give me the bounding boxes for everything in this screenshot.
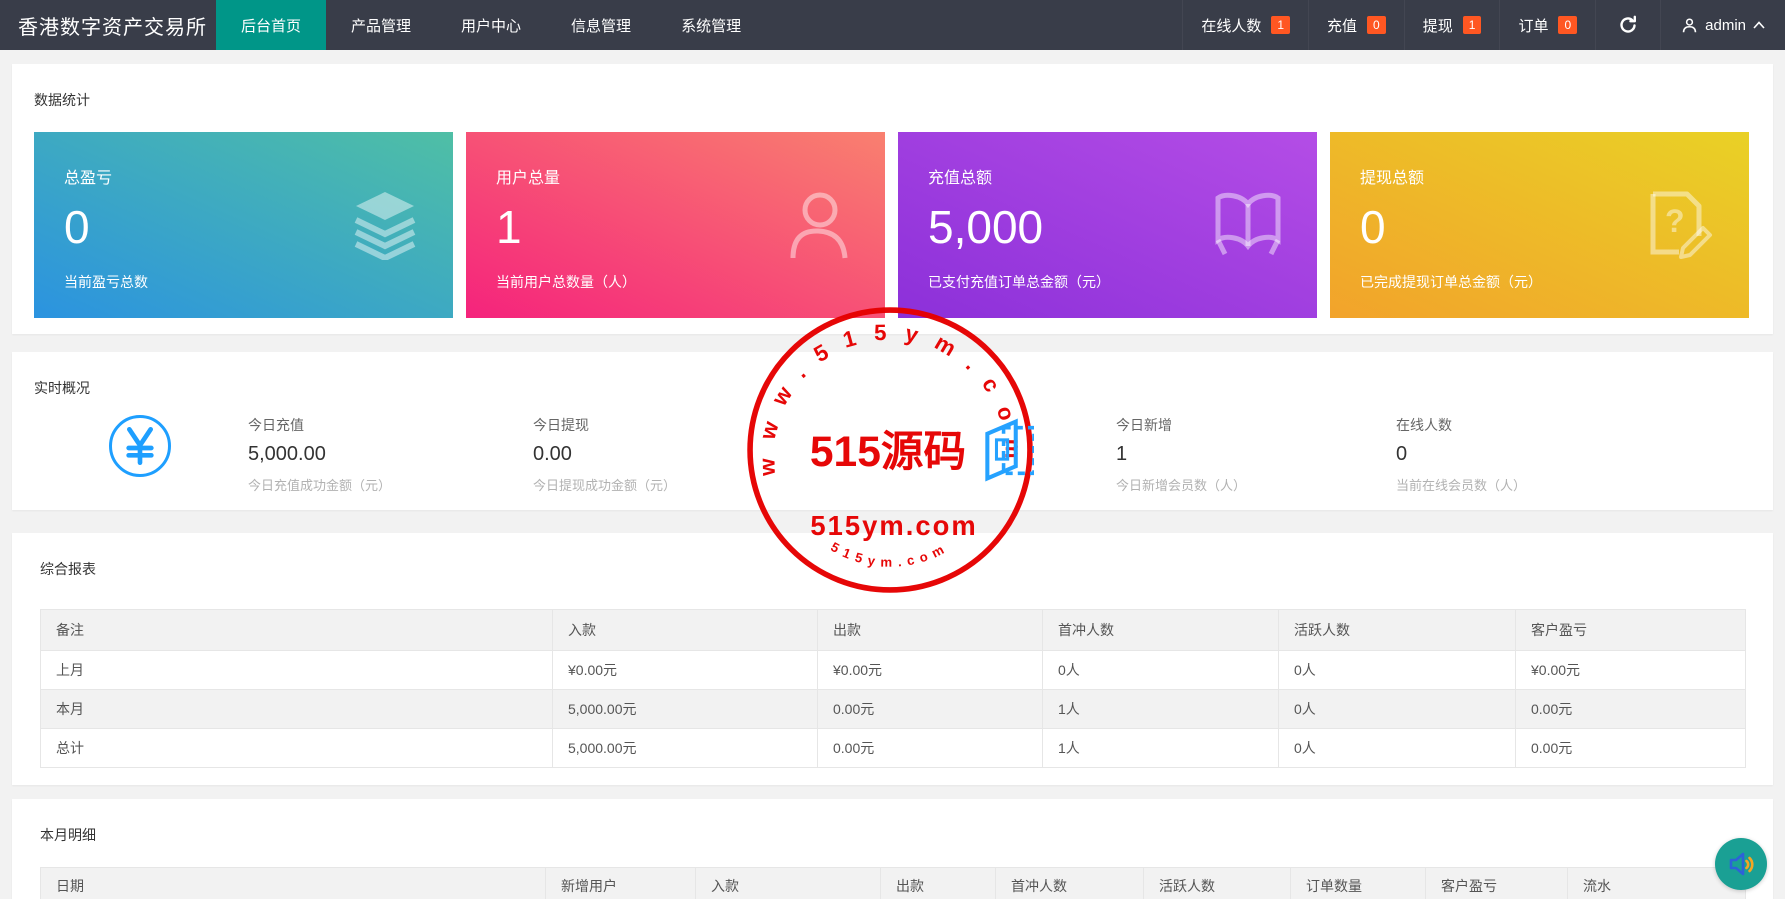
- nav-online-count[interactable]: 在线人数 1: [1182, 0, 1308, 50]
- withdraw-badge: 1: [1463, 16, 1482, 34]
- realtime-today-new-members: 今日新增 1 今日新增会员数（人）: [1116, 415, 1246, 494]
- doc-question-icon: ?: [1645, 190, 1715, 260]
- book-icon: [1213, 192, 1283, 258]
- nav-right: 在线人数 1 充值 0 提现 1 订单 0: [1182, 0, 1785, 50]
- card-total-recharge: 充值总额 5,000 已支付充值订单总金额（元）: [898, 132, 1317, 318]
- panel-summary-report: 综合报表 备注 入款 出款 首冲人数 活跃人数 客户盈亏 上月 ¥0.: [12, 533, 1773, 785]
- top-navbar: 香港数字资产交易所 后台首页 产品管理 用户中心 信息管理 系统管理 在线人数 …: [0, 0, 1785, 50]
- refresh-icon: [1618, 15, 1638, 35]
- username: admin: [1705, 17, 1746, 34]
- table-row: 上月 ¥0.00元 ¥0.00元 0人 0人 ¥0.00元: [41, 651, 1746, 690]
- layers-icon: [351, 190, 419, 260]
- admin-dashboard: 香港数字资产交易所 后台首页 产品管理 用户中心 信息管理 系统管理 在线人数 …: [0, 0, 1785, 899]
- user-menu[interactable]: admin: [1660, 0, 1785, 50]
- tab-system[interactable]: 系统管理: [656, 0, 766, 50]
- table-row: 本月 5,000.00元 0.00元 1人 0人 0.00元: [41, 690, 1746, 729]
- panel-title: 实时概况: [34, 378, 1751, 398]
- card-total-users: 用户总量 1 当前用户总数量（人）: [466, 132, 885, 318]
- nav-orders[interactable]: 订单 0: [1499, 0, 1595, 50]
- recharge-badge: 0: [1367, 16, 1386, 34]
- main-menu: 后台首页 产品管理 用户中心 信息管理 系统管理: [216, 0, 766, 50]
- tab-info[interactable]: 信息管理: [546, 0, 656, 50]
- realtime-today-recharge: 今日充值 5,000.00 今日充值成功金额（元）: [248, 415, 391, 494]
- panel-title: 本月明细: [40, 825, 1745, 845]
- announcement-fab[interactable]: [1715, 838, 1767, 890]
- summary-report-table: 备注 入款 出款 首冲人数 活跃人数 客户盈亏 上月 ¥0.00元 ¥0.00元…: [40, 609, 1746, 768]
- panel-month-detail: 本月明细 日期 新增用户 入款 出款 首冲人数 活跃人数 订单数量 客户盈亏 流…: [12, 799, 1773, 899]
- card-total-profit: 总盈亏 0 当前盈亏总数: [34, 132, 453, 318]
- realtime-today-withdraw: 今日提现 0.00 今日提现成功金额（元）: [533, 415, 676, 494]
- tab-users[interactable]: 用户中心: [436, 0, 546, 50]
- panel-data-statistics: 数据统计 总盈亏 0 当前盈亏总数 用户总量 1 当前用户总数量（人）: [12, 64, 1773, 334]
- speaker-icon: [1726, 849, 1756, 879]
- panel-realtime-overview: 实时概况 今日充值 5,000.00 今日充值成功金额（元） 今日提现 0.00…: [12, 352, 1773, 510]
- nav-withdraw[interactable]: 提现 1: [1404, 0, 1500, 50]
- panel-title: 数据统计: [34, 90, 1751, 110]
- table-header-row: 日期 新增用户 入款 出款 首冲人数 活跃人数 订单数量 客户盈亏 流水: [41, 868, 1746, 899]
- brand-title: 香港数字资产交易所: [0, 0, 216, 50]
- online-count-badge: 1: [1271, 16, 1290, 34]
- chevron-up-icon: [1753, 21, 1765, 29]
- nav-recharge[interactable]: 充值 0: [1308, 0, 1404, 50]
- realtime-online-members: 在线人数 0 当前在线会员数（人）: [1396, 415, 1526, 494]
- svg-text:?: ?: [1665, 203, 1685, 239]
- yen-circle-icon: [109, 415, 171, 477]
- panel-title: 综合报表: [40, 559, 1745, 579]
- tab-home[interactable]: 后台首页: [216, 0, 326, 50]
- table-header-row: 备注 入款 出款 首冲人数 活跃人数 客户盈亏: [41, 610, 1746, 651]
- user-icon: [785, 190, 851, 260]
- table-row: 总计 5,000.00元 0.00元 1人 0人 0.00元: [41, 729, 1746, 768]
- orders-badge: 0: [1558, 16, 1577, 34]
- month-detail-table: 日期 新增用户 入款 出款 首冲人数 活跃人数 订单数量 客户盈亏 流水: [40, 867, 1746, 899]
- tab-products[interactable]: 产品管理: [326, 0, 436, 50]
- user-icon: [1681, 17, 1698, 34]
- stat-cards: 总盈亏 0 当前盈亏总数 用户总量 1 当前用户总数量（人）: [34, 132, 1751, 318]
- card-total-withdraw: 提现总额 0 已完成提现订单总金额（元） ?: [1330, 132, 1749, 318]
- refresh-button[interactable]: [1595, 0, 1660, 50]
